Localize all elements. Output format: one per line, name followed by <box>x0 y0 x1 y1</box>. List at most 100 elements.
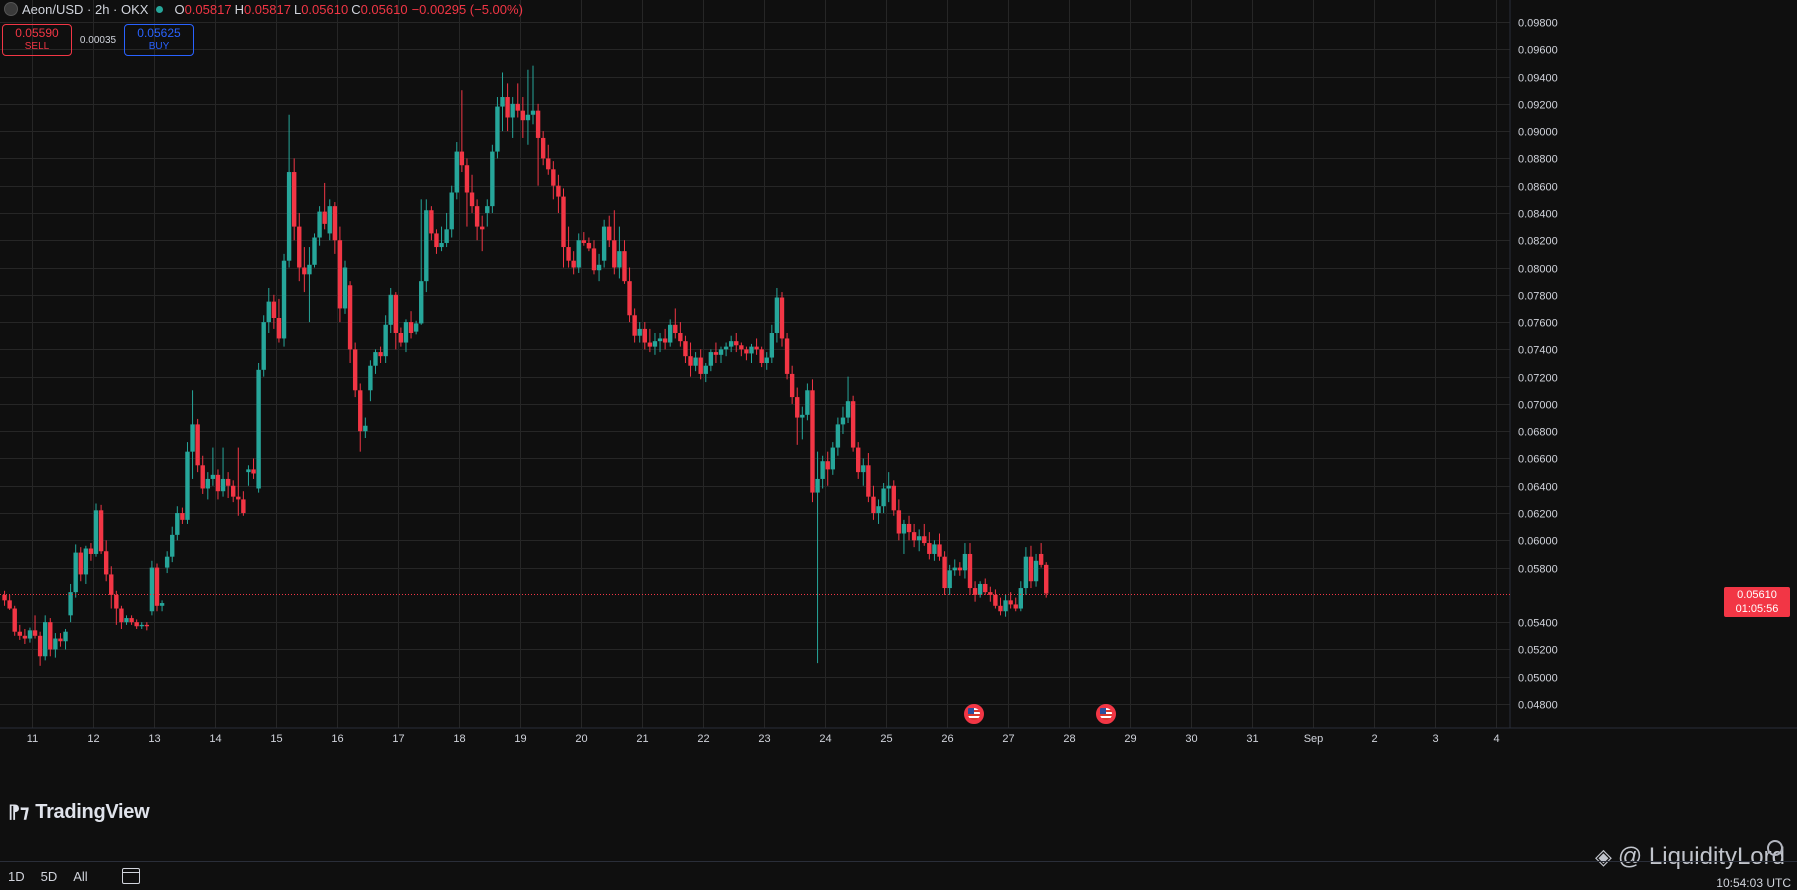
candle-body <box>622 251 627 282</box>
candle-body <box>317 211 322 238</box>
candle-body <box>419 281 424 324</box>
candle-body <box>276 317 282 339</box>
candle <box>906 515 912 541</box>
candle <box>505 83 510 132</box>
trade-panel: 0.05590 SELL 0.00035 0.05625 BUY <box>2 24 194 56</box>
candle <box>916 529 922 552</box>
candle <box>795 387 800 445</box>
candle-body <box>942 556 947 589</box>
gear-icon[interactable] <box>1767 840 1783 856</box>
candle-body <box>1008 600 1013 605</box>
candle <box>668 319 673 347</box>
candle-body <box>119 608 124 623</box>
symbol-title[interactable]: Aeon/USD · 2h · OKX <box>22 2 148 17</box>
candle-body <box>708 352 714 366</box>
candle-body <box>967 553 973 589</box>
candle <box>642 322 647 350</box>
candle <box>180 507 185 524</box>
candle <box>419 199 424 325</box>
candle <box>129 615 134 625</box>
candle-body <box>906 523 912 533</box>
candle <box>739 342 744 357</box>
candle-body <box>129 618 134 623</box>
y-tick-label: 0.08800 <box>1518 154 1558 166</box>
candle <box>48 618 53 657</box>
candle <box>246 465 251 486</box>
calendar-icon[interactable] <box>121 868 140 884</box>
candle-body <box>256 369 261 489</box>
candle-body <box>393 294 399 333</box>
candle-body <box>281 260 287 339</box>
candle-body <box>510 103 515 118</box>
candle-body <box>342 267 348 309</box>
candle <box>942 551 947 595</box>
candle-body <box>607 226 612 241</box>
candle <box>1038 543 1044 568</box>
candle-body <box>1003 600 1008 612</box>
candle-body <box>571 260 576 268</box>
candle <box>1044 562 1049 598</box>
candle-body <box>114 594 119 609</box>
candle <box>774 287 780 343</box>
candle <box>449 185 454 238</box>
candle <box>840 406 846 434</box>
candle-body <box>779 297 785 339</box>
candle <box>352 342 358 398</box>
candle-body <box>195 424 200 466</box>
candle-body <box>27 630 33 639</box>
candle <box>271 294 277 329</box>
candle <box>261 315 266 377</box>
candle-body <box>1023 556 1029 589</box>
bottom-toolbar: 1D 5D All <box>0 862 1797 890</box>
candle <box>871 485 876 520</box>
candle-body <box>876 506 881 514</box>
candle-body <box>134 622 139 627</box>
candle-body <box>210 474 216 479</box>
range-1d-button[interactable]: 1D <box>0 869 33 884</box>
candle <box>332 202 338 254</box>
x-tick-label: 23 <box>758 733 770 745</box>
candle <box>1023 547 1029 595</box>
us-flag-icon[interactable] <box>1095 704 1116 724</box>
candle-body <box>78 552 83 575</box>
candle-body <box>728 341 734 347</box>
sell-button[interactable]: 0.05590 SELL <box>2 24 72 56</box>
y-tick-label: 0.06400 <box>1518 482 1558 494</box>
candle <box>17 624 22 640</box>
candle <box>266 287 271 333</box>
x-tick-label: 17 <box>392 733 404 745</box>
candle <box>744 346 749 361</box>
y-tick-label: 0.06600 <box>1518 454 1558 466</box>
candle-body <box>901 523 907 534</box>
candle <box>957 562 963 576</box>
utc-clock[interactable]: 10:54:03 UTC <box>1716 876 1791 890</box>
candle-body <box>22 635 28 639</box>
x-tick-label: 21 <box>636 733 648 745</box>
range-all-button[interactable]: All <box>65 869 95 884</box>
candle-body <box>200 465 205 489</box>
candle <box>393 292 399 350</box>
chart-root[interactable]: 0.04800 0.05000 0.05200 0.05400 0.05800 0.060… <box>0 0 1797 890</box>
candle <box>439 226 444 252</box>
tradingview-logo[interactable]: ⁋⁊ TradingView <box>8 801 150 824</box>
candle <box>886 472 891 503</box>
range-5d-button[interactable]: 5D <box>33 869 66 884</box>
candle-body <box>840 417 846 425</box>
candlestick-chart[interactable]: 0.04800 0.05000 0.05200 0.05400 0.05800 0.060… <box>0 0 1797 890</box>
candle <box>586 237 592 252</box>
candle <box>500 72 505 132</box>
candle <box>896 499 902 541</box>
buy-button[interactable]: 0.05625 BUY <box>124 24 194 56</box>
candle <box>688 342 693 377</box>
y-tick-label: 0.07200 <box>1518 373 1558 385</box>
x-tick-label: 28 <box>1063 733 1075 745</box>
candle-body <box>540 137 546 159</box>
y-tick-label: 0.06000 <box>1518 536 1558 548</box>
candle <box>967 543 973 595</box>
x-tick-label: 27 <box>1002 733 1014 745</box>
candle-body <box>352 349 358 391</box>
candle <box>937 533 942 561</box>
candle <box>835 417 841 456</box>
candle <box>312 233 317 268</box>
candle <box>881 483 886 514</box>
